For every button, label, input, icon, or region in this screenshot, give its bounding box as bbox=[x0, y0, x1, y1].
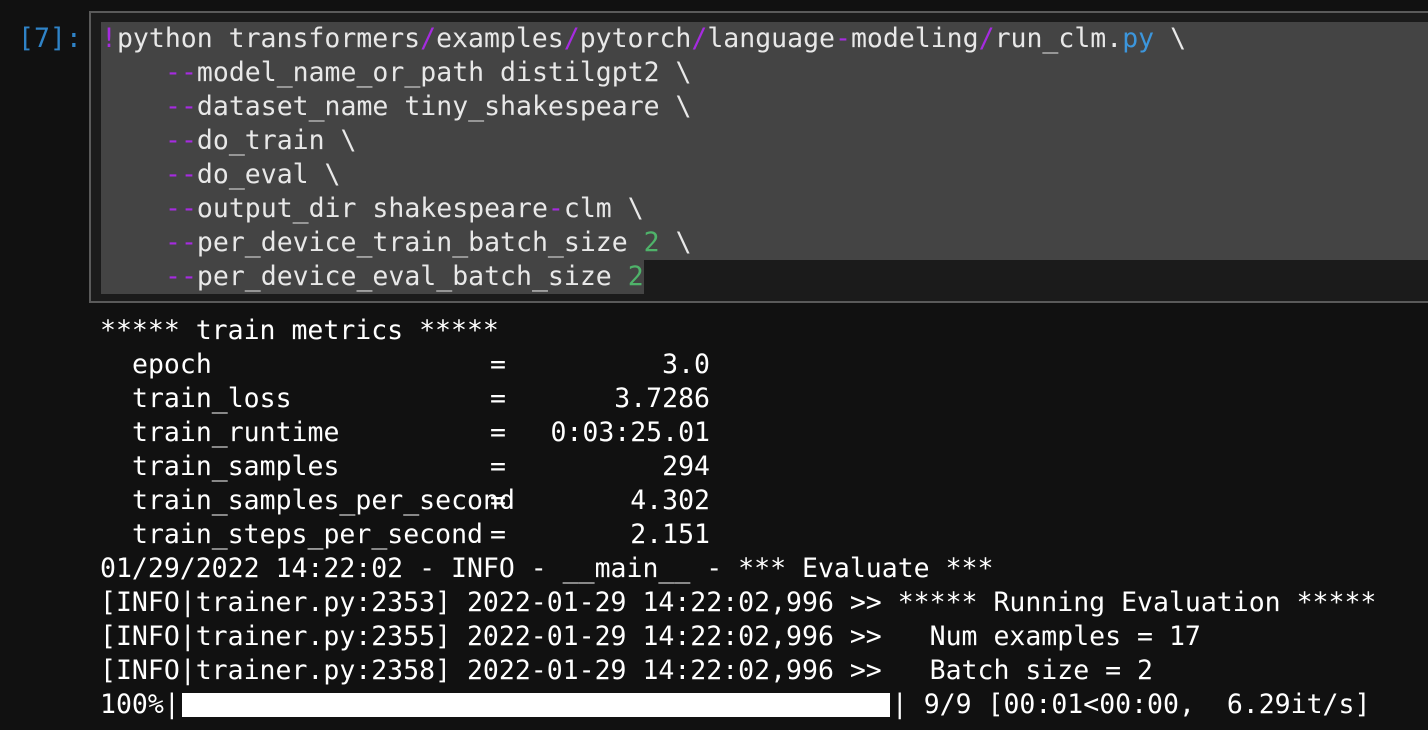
log-line: 01/29/2022 14:22:02 - INFO - __main__ - … bbox=[100, 553, 994, 584]
line-continuation: \ bbox=[1154, 23, 1187, 54]
metric-equals: = bbox=[490, 349, 506, 380]
arg-text: output_dir shakespeare bbox=[196, 193, 548, 224]
path-separator: / bbox=[420, 23, 437, 54]
arg-text: model_name_or_path distilgpt2 \ bbox=[196, 57, 692, 88]
metric-value: 0:03:25.01 bbox=[550, 417, 710, 448]
metric-name: train_steps_per_second bbox=[132, 519, 483, 550]
metric-value: 3.7286 bbox=[614, 383, 710, 414]
metric-row: train_loss = 3.7286 bbox=[100, 382, 1428, 416]
line-continuation: \ bbox=[659, 227, 692, 258]
metric-name: train_runtime bbox=[132, 417, 340, 448]
arg-number: 2 bbox=[643, 227, 660, 258]
arg-text: per_device_train_batch_size bbox=[196, 227, 644, 258]
metric-name: train_loss bbox=[132, 383, 292, 414]
progress-stats: | 9/9 [00:01<00:00, 6.29it/s] bbox=[891, 689, 1371, 720]
path-separator: / bbox=[691, 23, 708, 54]
flag-prefix: -- bbox=[165, 125, 197, 156]
path-part: pytorch bbox=[579, 23, 692, 54]
flag-prefix: -- bbox=[165, 57, 197, 88]
metric-name: train_samples bbox=[132, 451, 340, 482]
flag-prefix: -- bbox=[165, 193, 197, 224]
code-line-2: --model_name_or_path distilgpt2 \ bbox=[101, 56, 1428, 90]
metric-equals: = bbox=[490, 451, 506, 482]
code-line-5: --do_eval \ bbox=[101, 158, 1428, 192]
metric-row: train_runtime = 0:03:25.01 bbox=[100, 416, 1428, 450]
file-extension: py bbox=[1122, 23, 1155, 54]
log-line: [INFO|trainer.py:2355] 2022-01-29 14:22:… bbox=[100, 621, 1201, 652]
arg-text: do_eval \ bbox=[196, 159, 341, 190]
arg-text: do_train \ bbox=[196, 125, 357, 156]
path-part: modeling bbox=[850, 23, 979, 54]
metric-equals: = bbox=[490, 485, 506, 516]
flag-prefix: -- bbox=[165, 261, 197, 292]
metric-value: 2.151 bbox=[630, 519, 710, 550]
metric-name: train_samples_per_second bbox=[132, 485, 515, 516]
path-part: run_clm bbox=[994, 23, 1107, 54]
path-separator: / bbox=[978, 23, 995, 54]
progress-bar bbox=[181, 693, 890, 717]
arg-dash: - bbox=[547, 193, 564, 224]
code-line-6: --output_dir shakespeare-clm \ bbox=[101, 192, 1428, 226]
metric-value: 294 bbox=[662, 451, 710, 482]
arg-number: 2 bbox=[627, 261, 644, 292]
metric-name: epoch bbox=[132, 349, 212, 380]
path-part: python transformers bbox=[116, 23, 421, 54]
metric-equals: = bbox=[490, 417, 506, 448]
flag-prefix: -- bbox=[165, 227, 197, 258]
code-line-4: --do_train \ bbox=[101, 124, 1428, 158]
code-line-8: --per_device_eval_batch_size 2 bbox=[101, 260, 644, 294]
arg-text: clm \ bbox=[563, 193, 644, 224]
code-line-1: !python transformers/examples/pytorch/la… bbox=[101, 22, 1428, 56]
path-part: examples bbox=[436, 23, 564, 54]
log-line: [INFO|trainer.py:2353] 2022-01-29 14:22:… bbox=[100, 587, 1377, 618]
metrics-header: ***** train metrics ***** bbox=[100, 315, 499, 346]
path-part: language bbox=[707, 23, 835, 54]
progress-line: 100%| | 9/9 [00:01<00:00, 6.29it/s] bbox=[100, 688, 1428, 722]
arg-text: dataset_name tiny_shakespeare \ bbox=[196, 91, 692, 122]
metric-value: 4.302 bbox=[630, 485, 710, 516]
code-cell-input[interactable]: !python transformers/examples/pytorch/la… bbox=[89, 11, 1428, 303]
metric-value: 3.0 bbox=[662, 349, 710, 380]
metric-equals: = bbox=[490, 383, 506, 414]
arg-text: per_device_eval_batch_size bbox=[196, 261, 628, 292]
bang-operator: ! bbox=[101, 23, 117, 54]
code-line-7: --per_device_train_batch_size 2 \ bbox=[101, 226, 1428, 260]
log-line: [INFO|trainer.py:2358] 2022-01-29 14:22:… bbox=[100, 655, 1153, 686]
metric-row: epoch = 3.0 bbox=[100, 348, 1428, 382]
path-dash: - bbox=[834, 23, 851, 54]
metric-row: train_samples_per_second = 4.302 bbox=[100, 484, 1428, 518]
flag-prefix: -- bbox=[165, 91, 197, 122]
metric-equals: = bbox=[490, 519, 506, 550]
path-separator: / bbox=[563, 23, 580, 54]
cell-prompt: [7]: bbox=[18, 23, 82, 54]
path-dot: . bbox=[1106, 23, 1123, 54]
flag-prefix: -- bbox=[165, 159, 197, 190]
cell-output: ***** train metrics ***** epoch = 3.0 trai… bbox=[100, 314, 1428, 722]
progress-percent: 100%| bbox=[100, 689, 180, 720]
code-editor[interactable]: !python transformers/examples/pytorch/la… bbox=[101, 22, 1428, 294]
code-line-3: --dataset_name tiny_shakespeare \ bbox=[101, 90, 1428, 124]
metric-row: train_steps_per_second = 2.151 bbox=[100, 518, 1428, 552]
metric-row: train_samples = 294 bbox=[100, 450, 1428, 484]
